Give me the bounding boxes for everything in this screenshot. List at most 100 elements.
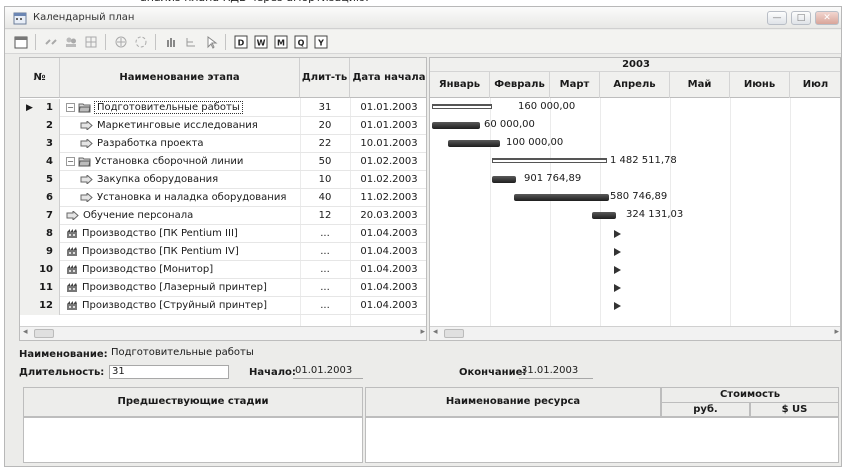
scroll-left-icon[interactable]: ◂ (23, 327, 28, 337)
start-date-cell[interactable]: 01.01.2003 (350, 117, 426, 135)
duration-cell[interactable]: 50 (300, 153, 350, 171)
start-date-cell[interactable]: 01.04.2003 (350, 297, 426, 315)
prev-stages-table[interactable] (23, 417, 363, 463)
scroll-right-icon[interactable]: ▸ (834, 327, 839, 337)
stage-name-cell[interactable]: Производство [ПК Pentium III] (66, 225, 300, 243)
start-date-cell[interactable]: 20.03.2003 (350, 207, 426, 225)
stage-name-cell[interactable]: Закупка оборудования (80, 171, 300, 189)
col-header-start[interactable]: Дата начала (350, 58, 426, 98)
start-date-cell[interactable]: 10.01.2003 (350, 135, 426, 153)
stage-name-cell[interactable]: Производство [ПК Pentium IV] (66, 243, 300, 261)
duration-label: Длительность: (19, 367, 105, 378)
duration-cell[interactable]: ... (300, 297, 350, 315)
name-field[interactable]: Подготовительные работы (109, 347, 349, 361)
scale-day-button[interactable]: D (233, 34, 249, 50)
gantt-horizontal-scrollbar[interactable]: ◂ ▸ (430, 326, 840, 340)
table-row[interactable]: 7 Обучение персонала 12 20.03.2003 (20, 207, 426, 225)
scale-week-button[interactable]: W (253, 34, 269, 50)
table-row[interactable]: ▶ 1− Подготовительные работы 31 01.01.2003 (20, 99, 426, 117)
col-header-name[interactable]: Наименование этапа (60, 58, 300, 98)
stage-name-cell[interactable]: − Установка сборочной линии (66, 153, 300, 171)
duration-cell[interactable]: ... (300, 279, 350, 297)
gantt-milestone-marker[interactable] (614, 230, 621, 238)
maximize-button[interactable]: □ (791, 11, 811, 25)
table-row[interactable]: 4− Установка сборочной линии 50 01.02.2003 (20, 153, 426, 171)
start-date-cell[interactable]: 11.02.2003 (350, 189, 426, 207)
start-date-cell[interactable]: 01.04.2003 (350, 225, 426, 243)
duration-cell[interactable]: 40 (300, 189, 350, 207)
gantt-summary-bar[interactable] (432, 104, 492, 109)
gantt-month-header: Май (670, 72, 730, 98)
split-stage-button[interactable] (183, 34, 199, 50)
duration-cell[interactable]: ... (300, 243, 350, 261)
duration-field[interactable]: 31 (109, 365, 229, 379)
resources-table[interactable] (365, 417, 839, 463)
collapse-toggle-icon[interactable]: − (66, 156, 75, 166)
duration-cell[interactable]: 20 (300, 117, 350, 135)
start-date-cell[interactable]: 01.02.2003 (350, 171, 426, 189)
stage-name-cell[interactable]: − Подготовительные работы (66, 99, 300, 117)
collapse-toggle-icon[interactable]: − (66, 102, 75, 112)
gantt-milestone-marker[interactable] (614, 302, 621, 310)
table-row[interactable]: 11 Производство [Лазерный принтер]... 01.0… (20, 279, 426, 297)
duration-cell[interactable]: 12 (300, 207, 350, 225)
scale-quarter-button[interactable]: Q (293, 34, 309, 50)
table-row[interactable]: 3 Разработка проекта 22 10.01.2003 (20, 135, 426, 153)
gantt-task-bar[interactable] (514, 194, 609, 201)
table-row[interactable]: 9 Производство [ПК Pentium IV]... 01.04.20… (20, 243, 426, 261)
scale-year-button[interactable]: Y (313, 34, 329, 50)
scroll-thumb[interactable] (444, 329, 464, 338)
table-row[interactable]: 10 Производство [Монитор]... 01.04.2003 (20, 261, 426, 279)
duration-cell[interactable]: 22 (300, 135, 350, 153)
duration-cell[interactable]: ... (300, 225, 350, 243)
table-row[interactable]: 5 Закупка оборудования 10 01.02.2003 (20, 171, 426, 189)
end-field[interactable]: 31.01.2003 (519, 365, 593, 379)
table-row[interactable]: 6 Установка и наладка оборудования 40 11.02… (20, 189, 426, 207)
gantt-task-bar[interactable] (448, 140, 500, 147)
stage-name-cell[interactable]: Производство [Лазерный принтер] (66, 279, 300, 297)
grid-horizontal-scrollbar[interactable]: ◂ ▸ (20, 326, 426, 340)
scroll-right-icon[interactable]: ▸ (420, 327, 425, 337)
duration-cell[interactable]: 10 (300, 171, 350, 189)
resource-tool-button[interactable] (63, 34, 79, 50)
stage-name-cell[interactable]: Производство [Струйный принтер] (66, 297, 300, 315)
table-row[interactable]: 12 Производство [Струйный принтер]... 01.0… (20, 297, 426, 315)
pointer-button[interactable] (203, 34, 219, 50)
col-header-duration[interactable]: Длит-ть (300, 58, 350, 98)
close-button[interactable]: ✕ (815, 11, 839, 25)
scroll-thumb[interactable] (34, 329, 54, 338)
duration-cell[interactable]: 31 (300, 99, 350, 117)
scroll-left-icon[interactable]: ◂ (433, 327, 438, 337)
duration-cell[interactable]: ... (300, 261, 350, 279)
stage-name-cell[interactable]: Производство [Монитор] (66, 261, 300, 279)
start-field[interactable]: 01.01.2003 (293, 365, 363, 379)
start-date-cell[interactable]: 01.04.2003 (350, 243, 426, 261)
gantt-milestone-marker[interactable] (614, 266, 621, 274)
gantt-task-bar[interactable] (592, 212, 616, 219)
gantt-task-bar[interactable] (492, 176, 516, 183)
minimize-button[interactable]: — (767, 11, 787, 25)
stage-name-cell[interactable]: Обучение персонала (66, 207, 300, 225)
gantt-milestone-marker[interactable] (614, 248, 621, 256)
move-up-button[interactable] (113, 34, 129, 50)
stage-name-cell[interactable]: Разработка проекта (80, 135, 300, 153)
start-date-cell[interactable]: 01.04.2003 (350, 261, 426, 279)
scale-month-button[interactable]: M (273, 34, 289, 50)
start-date-cell[interactable]: 01.02.2003 (350, 153, 426, 171)
row-number: 8 (20, 225, 60, 243)
start-date-cell[interactable]: 01.01.2003 (350, 99, 426, 117)
gantt-milestone-marker[interactable] (614, 284, 621, 292)
calendar-tool-button[interactable] (13, 34, 29, 50)
stage-name-cell[interactable]: Маркетинговые исследования (80, 117, 300, 135)
table-row[interactable]: 2 Маркетинговые исследования 20 01.01.2003 (20, 117, 426, 135)
gantt-summary-bar[interactable] (492, 158, 607, 163)
stage-name-cell[interactable]: Установка и наладка оборудования (80, 189, 300, 207)
start-date-cell[interactable]: 01.04.2003 (350, 279, 426, 297)
table-row[interactable]: 8 Производство [ПК Pentium III]... 01.04.2… (20, 225, 426, 243)
add-stage-button[interactable] (163, 34, 179, 50)
gantt-task-bar[interactable] (432, 122, 480, 129)
cost-tool-button[interactable] (83, 34, 99, 50)
move-down-button[interactable] (133, 34, 149, 50)
link-tool-button[interactable] (43, 34, 59, 50)
col-header-num[interactable]: № (20, 58, 60, 98)
